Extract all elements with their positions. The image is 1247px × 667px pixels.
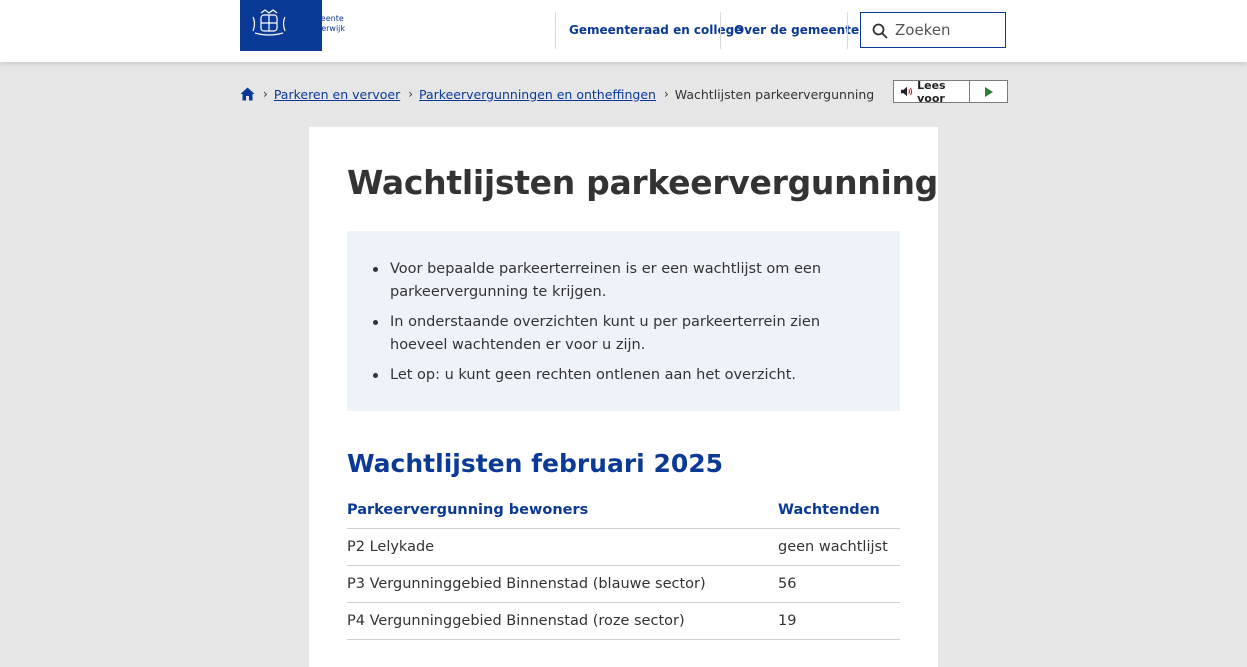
nav-link-gemeenteraad[interactable]: Gemeenteraad en college <box>569 23 742 37</box>
site-header: gemeente harderwijk Gemeenteraad en coll… <box>0 0 1247 62</box>
table-cell-count: geen wachtlijst <box>778 528 900 566</box>
nav-divider <box>847 12 848 49</box>
nav-divider <box>720 12 721 49</box>
breadcrumb-current: Wachtlijsten parkeervergunning <box>674 86 875 102</box>
table-row: P3 Vergunninggebied Binnenstad (blauwe s… <box>347 565 900 603</box>
intro-box: Voor bepaalde parkeerterreinen is er een… <box>347 231 900 411</box>
speaker-icon <box>901 86 913 97</box>
intro-list-item: Let op: u kunt geen rechten ontlenen aan… <box>347 364 860 387</box>
section-title: Wachtlijsten februari 2025 <box>347 449 724 478</box>
table-cell-location: P4 Vergunninggebied Binnenstad (roze sec… <box>347 602 778 640</box>
table-row: P2 Lelykade geen wachtlijst <box>347 528 900 566</box>
play-icon <box>984 86 993 97</box>
table-header-row: Parkeervergunning bewoners Wachtenden <box>347 492 900 529</box>
intro-list: Voor bepaalde parkeerterreinen is er een… <box>347 258 860 394</box>
home-icon[interactable] <box>240 87 255 101</box>
nav-link-over-gemeente[interactable]: Over de gemeente <box>734 23 859 37</box>
table-cell-location: P2 Lelykade <box>347 528 778 566</box>
logo-text: gemeente harderwijk <box>303 14 345 34</box>
intro-list-item: In onderstaande overzichten kunt u per p… <box>347 311 860 357</box>
chevron-right-icon: › <box>263 87 268 101</box>
table-row: P4 Vergunninggebied Binnenstad (roze sec… <box>347 602 900 640</box>
waitlist-table: Parkeervergunning bewoners Wachtenden P2… <box>347 492 900 640</box>
breadcrumb-link-parkeervergunningen[interactable]: Parkeervergunningen en ontheffingen <box>419 87 656 102</box>
logo-text-line2: harderwijk <box>303 24 346 33</box>
coat-of-arms-icon <box>252 9 286 36</box>
table-cell-location: P3 Vergunninggebied Binnenstad (blauwe s… <box>347 565 778 603</box>
table-cell-count: 19 <box>778 602 900 640</box>
table-header-waiting: Wachtenden <box>778 492 900 529</box>
search-icon <box>872 23 888 39</box>
breadcrumb: › Parkeren en vervoer › Parkeervergunnin… <box>240 84 874 104</box>
table-header-permit: Parkeervergunning bewoners <box>347 492 778 529</box>
breadcrumb-link-parkeren[interactable]: Parkeren en vervoer <box>274 87 400 102</box>
page-title: Wachtlijsten parkeervergunning <box>347 163 938 202</box>
search-input[interactable] <box>895 20 999 40</box>
intro-list-item: Voor bepaalde parkeerterreinen is er een… <box>347 258 860 304</box>
play-button[interactable] <box>970 81 1007 102</box>
chevron-right-icon: › <box>663 87 669 101</box>
read-aloud-widget: Lees voor <box>893 78 1008 105</box>
read-aloud-label: Lees voor <box>917 78 946 105</box>
read-aloud-button[interactable]: Lees voor <box>894 78 970 105</box>
search-box[interactable] <box>860 12 1006 48</box>
table-cell-count: 56 <box>778 565 900 603</box>
logo-text-line1: gemeente <box>303 14 344 23</box>
nav-divider <box>555 12 556 49</box>
chevron-right-icon: › <box>408 87 414 101</box>
